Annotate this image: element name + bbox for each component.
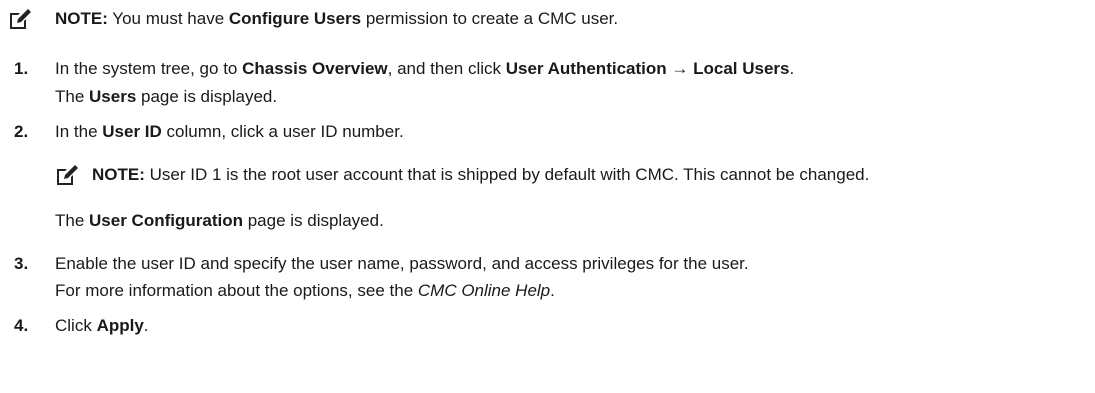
note-pencil-icon — [57, 165, 78, 185]
step-2-result: The User Configuration page is displayed… — [55, 211, 384, 230]
step-1-text: In the system tree, go to Chassis Overvi… — [55, 59, 795, 78]
help-reference: CMC Online Help — [417, 281, 551, 300]
note-pencil-icon — [10, 9, 31, 29]
note-top-text: NOTE: You must have Configure Users perm… — [55, 9, 619, 28]
step-3-text: Enable the user ID and specify the user … — [55, 254, 749, 273]
step-2-number: 2. — [14, 122, 29, 141]
step-1-result: The Users page is displayed. — [55, 87, 278, 106]
step-4-text: Click Apply. — [55, 316, 149, 335]
step-2-text: In the User ID column, click a user ID n… — [55, 122, 404, 141]
step-1-number: 1. — [14, 59, 29, 78]
step-3-number: 3. — [14, 254, 29, 273]
step-3-more-info: For more information about the options, … — [55, 281, 555, 300]
step-4-number: 4. — [14, 316, 29, 335]
step-2-note: NOTE: User ID 1 is the root user account… — [92, 165, 870, 184]
